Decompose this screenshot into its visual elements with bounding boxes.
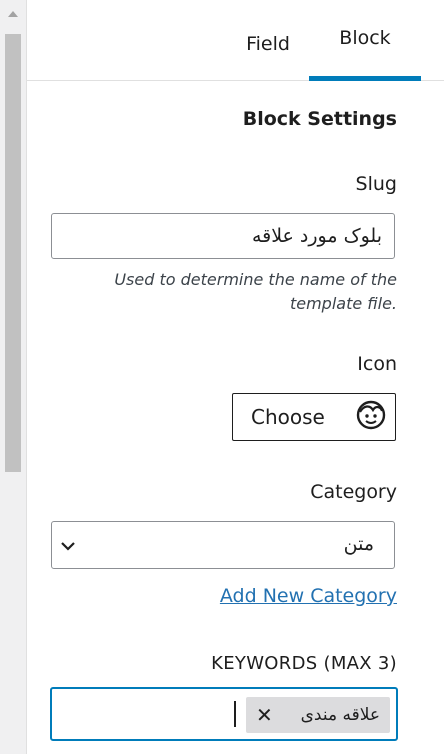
tab-block[interactable]: Block — [309, 0, 421, 81]
icon-label: Icon — [357, 353, 397, 375]
slug-help-text: Used to determine the name of the templa… — [114, 270, 397, 313]
tab-block-label: Block — [339, 27, 391, 49]
remove-keyword-icon[interactable]: ✕ — [256, 705, 273, 725]
scrollbar[interactable] — [0, 0, 26, 754]
slug-label: Slug — [355, 173, 397, 195]
keyword-token: ✕ علاقه مندی — [246, 697, 390, 733]
text-caret — [234, 701, 236, 727]
block-settings-heading: Block Settings — [242, 108, 397, 130]
category-selected-value: متن — [343, 533, 374, 555]
scrollbar-thumb[interactable] — [5, 34, 21, 472]
block-inspector-panel: Field Block Block Settings Slug Used to … — [26, 0, 444, 754]
scroll-up-arrow-icon[interactable] — [8, 11, 18, 17]
smiley-face-icon — [355, 399, 387, 435]
inspector-tabs: Field Block — [27, 0, 444, 81]
chevron-down-icon — [58, 536, 78, 560]
tab-field[interactable]: Field — [213, 0, 323, 80]
keywords-input[interactable]: ✕ علاقه مندی — [50, 687, 398, 741]
active-tab-indicator — [309, 76, 421, 81]
keywords-label: KEYWORDS (MAX 3) — [211, 653, 397, 674]
keyword-token-label: علاقه مندی — [300, 705, 380, 725]
slug-input[interactable] — [51, 213, 395, 259]
add-new-category-link[interactable]: Add New Category — [220, 585, 397, 607]
category-label: Category — [310, 481, 397, 503]
choose-button-label: Choose — [251, 405, 325, 429]
choose-icon-button[interactable]: Choose — [232, 393, 396, 441]
tab-field-label: Field — [246, 33, 290, 55]
category-select[interactable]: متن — [51, 521, 395, 569]
